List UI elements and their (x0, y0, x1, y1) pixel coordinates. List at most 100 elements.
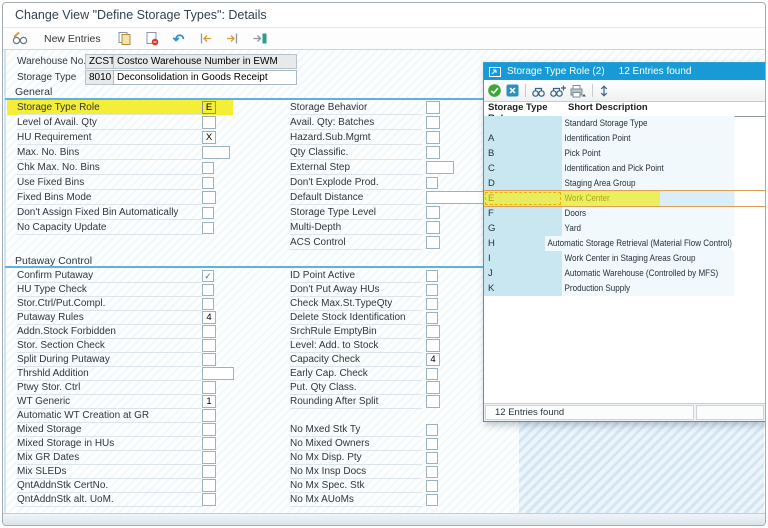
list-item-selected[interactable]: E Work Center (484, 190, 765, 207)
storage-type-desc-field[interactable]: Deconsolidation in Goods Receipt (113, 70, 297, 85)
display-change-icon[interactable] (11, 31, 29, 47)
no-mxed-stk-ty-checkbox[interactable] (426, 424, 438, 436)
description-cell[interactable]: Doors (562, 206, 735, 221)
copy-icon[interactable] (116, 31, 134, 47)
mixed-storage-field[interactable] (202, 423, 216, 436)
fixed-bins-mode-field[interactable] (202, 191, 216, 204)
role-cell[interactable]: J (484, 266, 562, 281)
role-cell[interactable]: I (484, 251, 562, 266)
early-cap-check-checkbox[interactable] (426, 368, 438, 380)
hazard-sub-mgmt-field[interactable] (426, 131, 440, 144)
previous-entry-icon[interactable] (197, 31, 215, 47)
column-header-description[interactable]: Short Description (566, 102, 648, 116)
dont-explode-prod-checkbox[interactable] (426, 177, 438, 189)
dialog-title-bar[interactable]: Storage Type Role (2) 12 Entries found (484, 63, 765, 80)
list-item[interactable]: C Identification and Pick Point (484, 161, 765, 176)
dont-put-away-hus-checkbox[interactable] (426, 284, 438, 296)
qntaddnstk-alt-uom-field[interactable] (202, 493, 216, 506)
list-item[interactable]: A Identification Point (484, 131, 765, 146)
avail-qty-batches-field[interactable] (426, 116, 440, 129)
split-during-putaway-field[interactable] (202, 353, 216, 366)
list-item[interactable]: Standard Storage Type (484, 116, 765, 131)
max-no-bins-field[interactable] (202, 146, 230, 159)
mix-sleds-field[interactable] (202, 465, 216, 478)
chk-max-no-bins-checkbox[interactable] (202, 162, 214, 174)
cancel-icon[interactable] (505, 83, 520, 98)
column-header-role[interactable]: Storage Type Role (484, 102, 566, 124)
no-mx-insp-docs-checkbox[interactable] (426, 466, 438, 478)
role-cell[interactable]: C (484, 161, 562, 176)
other-entry-icon[interactable] (251, 31, 269, 47)
role-cell[interactable] (484, 116, 562, 131)
list-item[interactable]: B Pick Point (484, 146, 765, 161)
no-capacity-update-checkbox[interactable] (202, 222, 214, 234)
qty-classific-field[interactable] (426, 146, 440, 159)
list-item[interactable]: K Production Supply (484, 281, 765, 296)
ptwy-stor-ctrl-field[interactable] (202, 381, 216, 394)
role-cell[interactable]: F (484, 206, 562, 221)
default-distance-field[interactable] (426, 191, 484, 204)
find-next-icon[interactable] (549, 84, 566, 98)
print-icon[interactable] (569, 84, 587, 98)
role-cell[interactable]: D (484, 176, 562, 191)
multi-depth-field[interactable] (426, 221, 440, 234)
thrshld-addition-field[interactable] (202, 367, 234, 380)
undo-icon[interactable]: ↶ (170, 31, 188, 47)
stor-section-check-field[interactable] (202, 339, 216, 352)
list-item[interactable]: I Work Center in Staging Areas Group (484, 251, 765, 266)
use-fixed-bins-checkbox[interactable] (202, 177, 214, 189)
storage-type-level-field[interactable] (426, 206, 440, 219)
hu-type-check-checkbox[interactable] (202, 284, 214, 296)
delete-row-icon[interactable] (143, 31, 161, 47)
description-cell[interactable]: Identification Point (562, 131, 735, 146)
put-qty-class-field[interactable] (426, 381, 440, 394)
role-cell[interactable]: E (484, 191, 562, 206)
storage-type-role-field[interactable]: E (202, 101, 216, 114)
qntaddnstk-certno-field[interactable] (202, 479, 216, 492)
rounding-after-split-field[interactable] (426, 395, 440, 408)
no-mixed-owners-checkbox[interactable] (426, 438, 438, 450)
srchrule-emptybin-field[interactable] (426, 325, 440, 338)
level-add-to-stock-field[interactable] (426, 339, 440, 352)
description-cell[interactable]: Standard Storage Type (562, 116, 735, 131)
storage-behavior-field[interactable] (426, 101, 440, 114)
mixed-storage-in-hus-field[interactable] (202, 437, 216, 450)
acs-control-field[interactable] (426, 236, 440, 249)
description-cell[interactable]: Pick Point (562, 146, 735, 161)
automatic-wt-creation-field[interactable] (202, 409, 216, 422)
list-item[interactable]: H Automatic Storage Retrieval (Material F… (484, 236, 765, 251)
capacity-check-field[interactable]: 4 (426, 353, 440, 366)
addn-stock-forbidden-field[interactable] (202, 325, 216, 338)
next-entry-icon[interactable] (224, 31, 242, 47)
description-cell[interactable]: Yard (562, 221, 735, 236)
id-point-active-checkbox[interactable] (426, 270, 438, 282)
list-item[interactable]: G Yard (484, 221, 765, 236)
description-cell[interactable]: Automatic Warehouse (Controlled by MFS) (562, 266, 735, 281)
putaway-rules-field[interactable]: 4 (202, 311, 216, 324)
mix-gr-dates-field[interactable] (202, 451, 216, 464)
check-max-st-typeqty-checkbox[interactable] (426, 298, 438, 310)
list-item[interactable]: F Doors (484, 206, 765, 221)
wt-generic-field[interactable]: 1 (202, 395, 216, 408)
role-cell[interactable]: H (484, 236, 545, 251)
role-cell[interactable]: B (484, 146, 562, 161)
description-cell[interactable]: Staging Area Group (562, 176, 735, 191)
description-cell[interactable]: Production Supply (562, 281, 735, 296)
list-item[interactable]: D Staging Area Group (484, 176, 765, 191)
description-cell[interactable]: Identification and Pick Point (562, 161, 735, 176)
dont-assign-fixed-bin-checkbox[interactable] (202, 207, 214, 219)
level-of-avail-qty-field[interactable] (202, 116, 216, 129)
role-cell[interactable]: K (484, 281, 562, 296)
confirm-putaway-checkbox[interactable]: ✓ (202, 270, 214, 282)
no-mx-disp-pty-checkbox[interactable] (426, 452, 438, 464)
sort-icon[interactable] (598, 84, 610, 98)
role-cell[interactable]: G (484, 221, 562, 236)
hu-requirement-field[interactable]: X (202, 131, 216, 144)
description-cell[interactable]: Work Center (562, 191, 735, 206)
delete-stock-identification-checkbox[interactable] (426, 312, 438, 324)
description-cell[interactable]: Automatic Storage Retrieval (Material Fl… (545, 236, 732, 251)
external-step-field[interactable] (426, 161, 454, 174)
role-cell[interactable]: A (484, 131, 562, 146)
description-cell[interactable]: Work Center in Staging Areas Group (562, 251, 735, 266)
no-mx-spec-stk-checkbox[interactable] (426, 480, 438, 492)
